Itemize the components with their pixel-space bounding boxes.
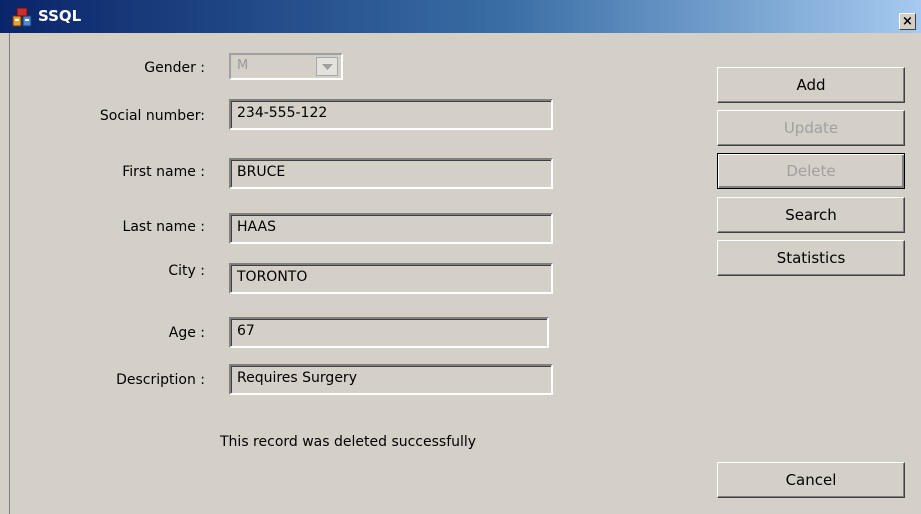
social-number-label: Social number: (99, 108, 205, 124)
last-name-field[interactable]: HAAS (229, 213, 553, 244)
description-label: Description : (116, 372, 205, 388)
last-name-label: Last name : (122, 219, 205, 235)
social-number-field[interactable]: 234-555-122 (229, 99, 553, 130)
chevron-down-icon[interactable] (316, 57, 338, 76)
age-label: Age : (168, 325, 205, 341)
description-field[interactable]: Requires Surgery (229, 364, 553, 395)
title-bar: SSQL × (0, 0, 921, 33)
delete-button[interactable]: Delete (717, 153, 905, 189)
city-label: City : (168, 263, 205, 279)
window-title: SSQL (38, 7, 82, 25)
search-button[interactable]: Search (717, 197, 905, 233)
gender-label: Gender : (144, 60, 205, 76)
first-name-label: First name : (122, 164, 205, 180)
statistics-button[interactable]: Statistics (717, 240, 905, 276)
cancel-button[interactable]: Cancel (717, 462, 905, 498)
add-button[interactable]: Add (717, 67, 905, 103)
gender-value: M (237, 58, 249, 73)
first-name-field[interactable]: BRUCE (229, 158, 553, 189)
city-field[interactable]: TORONTO (229, 263, 553, 294)
update-button[interactable]: Update (717, 110, 905, 146)
close-icon: × (902, 14, 913, 29)
status-message: This record was deleted successfully (220, 434, 477, 450)
close-button[interactable]: × (899, 13, 916, 30)
age-field[interactable]: 67 (229, 317, 549, 348)
database-app-icon (12, 7, 32, 27)
gender-select[interactable]: M (229, 53, 343, 80)
